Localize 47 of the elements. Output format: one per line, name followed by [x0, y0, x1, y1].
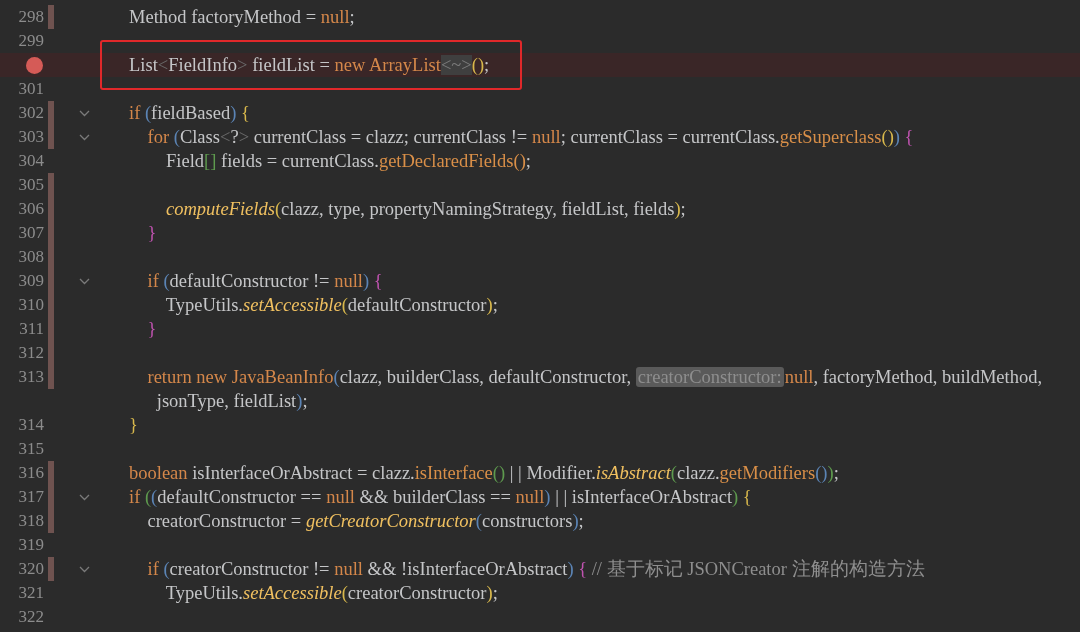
line-number: 321: [18, 583, 44, 603]
line-number: 304: [18, 151, 44, 171]
code-line: if (defaultConstructor != null) {: [146, 270, 383, 293]
code-line: TypeUtils.setAccessible(defaultConstructor);: [164, 294, 498, 317]
line-number: 313: [18, 367, 44, 387]
code-line: computeFields(clazz, type, propertyNamingStrategy, fieldList, fields);: [165, 198, 686, 221]
chevron-down-icon[interactable]: [79, 109, 90, 117]
code-line: jsonType, fieldList);: [155, 390, 308, 413]
line-number: 314: [18, 415, 44, 435]
chevron-down-icon[interactable]: [79, 493, 90, 501]
line-number: 319: [18, 535, 44, 555]
line-number: 318: [18, 511, 44, 531]
code-line: for (Class<?> currentClass = clazz; currentClass != null; currentClass = currentClass.getSuperclass()) {: [146, 126, 914, 149]
code-line: Method factoryMethod = null;: [129, 6, 355, 29]
code-line: if (fieldBased) {: [129, 102, 250, 125]
code-line: List<FieldInfo> fieldList = new ArrayList<~>();: [129, 54, 490, 77]
line-number: 317: [18, 487, 44, 507]
line-number: 316: [18, 463, 44, 483]
code-line: boolean isInterfaceOrAbstract = clazz.isInterface() | | Modifier.isAbstract(clazz.getModifiers());: [129, 462, 839, 485]
code-line: }: [146, 222, 157, 245]
code-line: Field[] fields = currentClass.getDeclaredFields();: [165, 150, 531, 173]
line-number: 308: [18, 247, 44, 267]
chevron-down-icon[interactable]: [79, 133, 90, 141]
code-line: TypeUtils.setAccessible(creatorConstructor);: [164, 582, 498, 605]
line-number: 305: [18, 175, 44, 195]
line-number: 309: [18, 271, 44, 291]
code-line: if (creatorConstructor != null && !isInterfaceOrAbstract) { // 基于标记 JSONCreator 注解的构造方法: [146, 558, 925, 581]
line-number: 311: [19, 319, 44, 339]
line-number: 301: [18, 79, 44, 99]
chevron-down-icon[interactable]: [79, 565, 90, 573]
line-number: 322: [18, 607, 44, 627]
line-number: 310: [18, 295, 44, 315]
line-number: 320: [18, 559, 44, 579]
line-number: 302: [18, 103, 44, 123]
line-number: 312: [18, 343, 44, 363]
line-number: 315: [18, 439, 44, 459]
breakpoint-dot[interactable]: [26, 56, 43, 74]
line-number: 298: [18, 7, 44, 27]
code-line: creatorConstructor = getCreatorConstructor(constructors);: [146, 510, 584, 533]
chevron-down-icon[interactable]: [79, 277, 90, 285]
line-number: 307: [18, 223, 44, 243]
code-line: if ((defaultConstructor == null && builderClass == null) | | isInterfaceOrAbstract) {: [129, 486, 752, 509]
code-line: }: [146, 318, 157, 341]
code-line: }: [129, 414, 138, 437]
line-number: 299: [18, 31, 44, 51]
line-number: 303: [18, 127, 44, 147]
line-number: 306: [18, 199, 44, 219]
